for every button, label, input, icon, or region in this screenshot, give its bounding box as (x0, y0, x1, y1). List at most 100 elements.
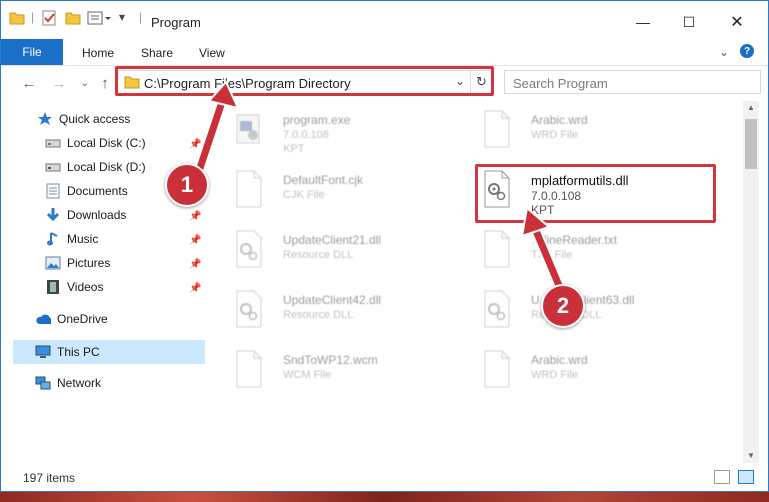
tab-home[interactable]: Home (82, 46, 114, 60)
nav-label: This PC (57, 345, 100, 359)
file-type: Resource DLL (283, 309, 354, 321)
nav-label: OneDrive (57, 312, 108, 326)
file-name: UpdateClient21.dll (283, 233, 382, 247)
background-strip (0, 492, 769, 502)
file-type: 7.0.0.108 (283, 129, 329, 141)
nav-item-downloads[interactable]: Downloads (45, 204, 207, 226)
file-item[interactable]: UpdateClient21.dll Resource DLL (233, 225, 458, 277)
nav-label: Local Disk (D:) (67, 160, 146, 174)
nav-item-videos[interactable]: Videos (45, 276, 207, 298)
file-item[interactable]: Arabic.wrd WRD File (481, 105, 706, 157)
separator: | (31, 10, 35, 24)
cloud-icon (35, 311, 51, 327)
vertical-scrollbar[interactable]: ▲ ▼ (743, 101, 759, 463)
address-highlight-box (115, 66, 494, 96)
pin-icon[interactable]: 📌 (189, 211, 201, 222)
pin-icon[interactable]: 📌 (189, 235, 201, 246)
maximize-button[interactable]: ☐ (666, 7, 712, 37)
file-name: DefaultFont.cjk (283, 173, 364, 187)
drive-icon (45, 159, 61, 175)
window-title: Program (151, 15, 201, 30)
pin-icon[interactable]: 📌 (189, 139, 201, 150)
file-item[interactable]: …fineReader.txt TXT File (481, 225, 706, 277)
nav-item-pictures[interactable]: Pictures (45, 252, 207, 274)
file-type: Resource DLL (283, 249, 354, 261)
scroll-up-icon[interactable]: ▲ (747, 103, 755, 112)
star-icon (37, 111, 53, 127)
file-name: SndToWP12.wcm (283, 353, 378, 367)
documents-icon (45, 183, 61, 199)
help-icon[interactable]: ? (740, 44, 754, 58)
nav-label: Downloads (67, 208, 127, 222)
ribbon-tabs: File Home Share View ⌄ ? (1, 39, 768, 66)
back-button[interactable]: ← (19, 73, 39, 93)
nav-this-pc[interactable]: This PC (13, 340, 205, 364)
nav-label: Music (67, 232, 99, 246)
file-item[interactable]: UpdateClient42.dll Resource DLL (233, 285, 458, 337)
nav-item-music[interactable]: Music (45, 228, 207, 250)
pin-icon[interactable]: 📌 (189, 259, 201, 270)
close-button[interactable]: ✕ (714, 7, 760, 37)
file-item[interactable]: SndToWP12.wcm WCM File (233, 345, 458, 397)
nav-label: Pictures (67, 256, 111, 270)
properties-icon[interactable] (41, 10, 57, 30)
nav-label: Documents (67, 184, 128, 198)
quick-access-dropdown-icon[interactable]: ▾ (119, 10, 125, 30)
status-bar: 197 items (1, 466, 768, 490)
network-icon (35, 375, 51, 391)
scrollbar-thumb[interactable] (745, 119, 757, 169)
file-item[interactable]: U…dateClient63.dll Resource DLL (481, 285, 706, 337)
navigation-pane: Quick access Local Disk (C:) 📌 Local Dis… (1, 101, 211, 461)
computer-icon (35, 344, 51, 360)
tab-share[interactable]: Share (141, 46, 173, 60)
file-icon (236, 350, 262, 388)
file-type: WCM File (283, 369, 332, 381)
file-item[interactable]: DefaultFont.cjk CJK File (233, 165, 458, 217)
nav-label: Quick access (59, 112, 131, 126)
tab-file[interactable]: File (1, 39, 63, 65)
expand-ribbon-icon[interactable]: ⌄ (719, 45, 729, 59)
scroll-down-icon[interactable]: ▼ (747, 451, 755, 460)
dll-gear-icon (236, 290, 262, 328)
search-placeholder: Search Program (513, 76, 608, 91)
file-icon (236, 170, 262, 208)
file-item[interactable]: program.exe 7.0.0.108 KPT (233, 105, 458, 157)
file-type: TXT File (531, 249, 573, 261)
file-item[interactable]: Arabic.wrd WRD File (481, 345, 706, 397)
recent-locations-icon[interactable]: ⌄ (75, 73, 95, 93)
nav-network[interactable]: Network (35, 372, 207, 394)
minimize-button[interactable]: — (620, 7, 666, 37)
nav-quick-access[interactable]: Quick access (37, 108, 207, 130)
up-button[interactable]: ↑ (95, 73, 115, 93)
pin-icon[interactable]: 📌 (189, 283, 201, 294)
file-icon (484, 230, 510, 268)
file-name: Arabic.wrd (531, 353, 588, 367)
tab-view[interactable]: View (199, 46, 225, 60)
new-folder-icon[interactable] (65, 10, 81, 30)
file-name: UpdateClient42.dll (283, 293, 382, 307)
separator: | (139, 10, 143, 24)
large-icons-view-icon[interactable] (738, 470, 754, 484)
forward-button[interactable]: → (49, 73, 69, 93)
nav-item-local-disk-c[interactable]: Local Disk (C:) (45, 132, 207, 154)
pictures-icon (45, 255, 61, 271)
file-type: WRD File (531, 129, 579, 141)
file-name: Arabic.wrd (531, 113, 588, 127)
videos-icon (45, 279, 61, 295)
nav-label: Local Disk (C:) (67, 136, 146, 150)
nav-label: Videos (67, 280, 104, 294)
nav-onedrive[interactable]: OneDrive (35, 308, 207, 330)
folder-icon (9, 10, 25, 30)
search-box[interactable]: Search Program (504, 70, 761, 94)
file-icon (484, 350, 510, 388)
file-company: KPT (283, 143, 305, 155)
details-view-icon[interactable] (714, 470, 730, 484)
file-icon (484, 110, 510, 148)
downloads-icon (45, 207, 61, 223)
file-type: WRD File (531, 369, 579, 381)
callout-step-1: 1 (165, 163, 209, 207)
file-name: …fineReader.txt (531, 233, 618, 247)
music-icon (45, 231, 61, 247)
customize-toolbar-icon[interactable] (87, 10, 113, 30)
dll-gear-icon (236, 230, 262, 268)
